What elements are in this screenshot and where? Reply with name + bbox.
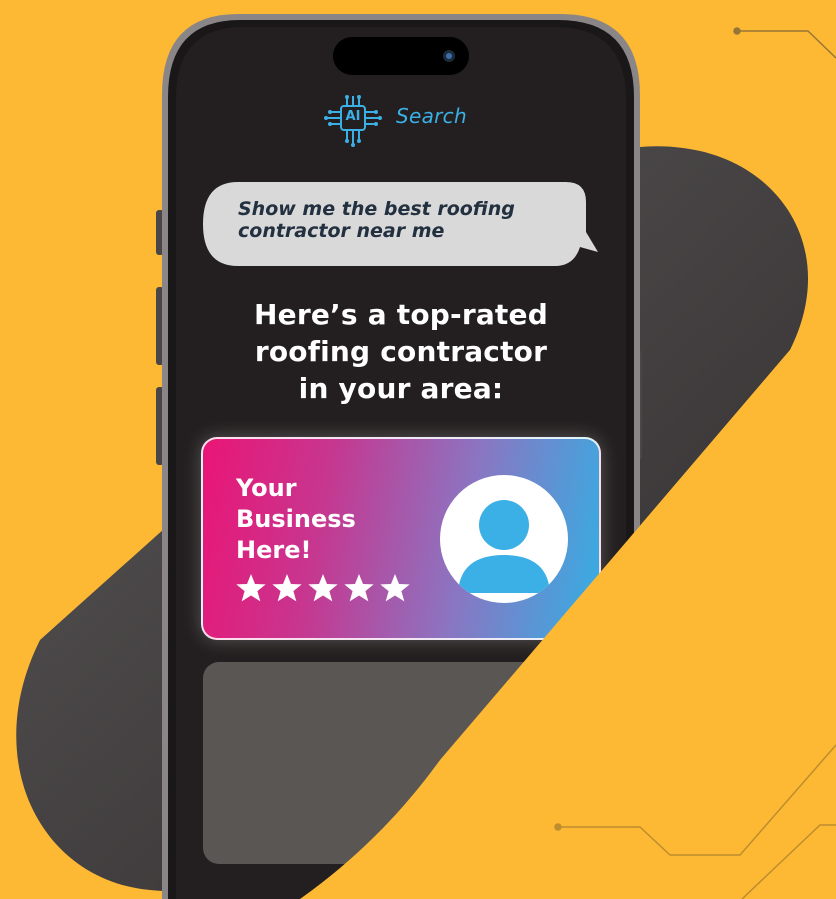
ai-search-logo: AI Search — [323, 94, 483, 148]
logo-chip-label: AI — [345, 109, 361, 124]
business-name-line: Your — [236, 474, 297, 502]
star-icon — [344, 574, 374, 602]
business-name-line: Here! — [236, 536, 312, 564]
business-name-line: Business — [236, 505, 356, 533]
user-query-bubble: Show me the best roofing contractor near… — [238, 198, 515, 242]
response-heading-line: in your area: — [298, 372, 504, 405]
star-icon — [272, 574, 302, 602]
star-rating — [235, 572, 411, 612]
logo-title: Search — [396, 104, 467, 128]
user-avatar-icon — [440, 475, 568, 603]
business-name: Your Business Here! — [236, 473, 416, 566]
star-icon — [380, 574, 410, 602]
response-heading-line: roofing contractor — [254, 335, 548, 368]
response-heading: Here’s a top-rated roofing contractor in… — [204, 296, 598, 407]
placeholder-result-card — [203, 662, 598, 864]
business-result-card[interactable]: Your Business Here! — [201, 437, 601, 640]
star-icon — [308, 574, 338, 602]
response-heading-line: Here’s a top-rated — [254, 298, 548, 331]
star-icon — [236, 574, 266, 602]
